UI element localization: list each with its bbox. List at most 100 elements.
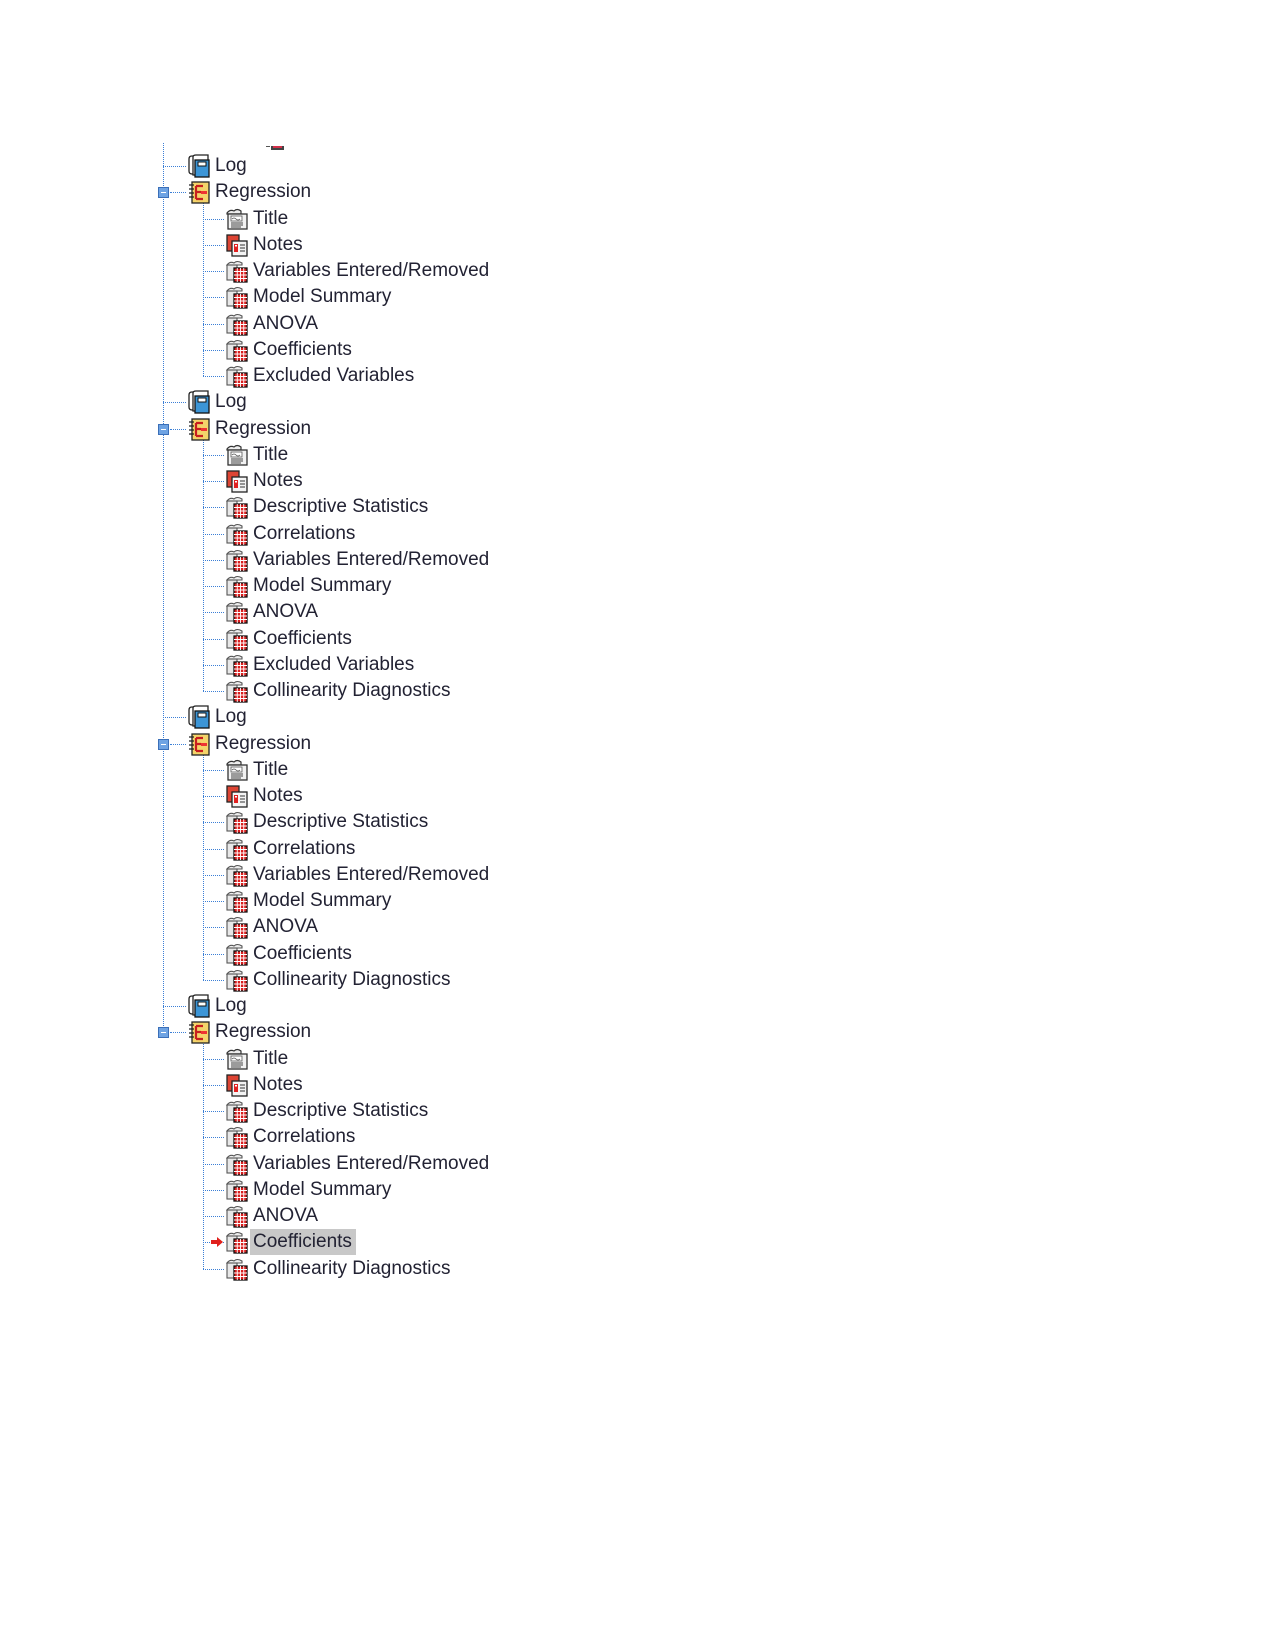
- tree-item-anova[interactable]: ANOVA: [224, 914, 322, 940]
- title-icon: [224, 206, 250, 232]
- tree-item-label: Title: [253, 758, 289, 780]
- tree-item-label: Collinearity Diagnostics: [253, 680, 451, 702]
- tree-item-log[interactable]: Log: [186, 704, 251, 730]
- tree-item-regression[interactable]: Regression: [186, 179, 315, 205]
- tree-item-label: Regression: [215, 732, 312, 754]
- tree-item-anova[interactable]: ANOVA: [224, 1203, 322, 1229]
- tree-connector-horizontal: [203, 1268, 224, 1270]
- tree-item-correlations[interactable]: Correlations: [224, 836, 359, 862]
- tree-item-log[interactable]: Log: [186, 153, 251, 179]
- collapse-toggle-icon[interactable]: [158, 187, 169, 199]
- log-icon: [186, 704, 212, 730]
- tree-item-label: Descriptive Statistics: [253, 1100, 429, 1122]
- collapse-toggle-icon[interactable]: [158, 423, 169, 435]
- tree-connector-horizontal: [203, 796, 224, 798]
- tree-item-coefficients[interactable]: Coefficients: [224, 337, 356, 363]
- tree-item-title[interactable]: Title: [224, 1046, 292, 1072]
- tree-item-collinearity-diagnostics[interactable]: Collinearity Diagnostics: [224, 678, 454, 704]
- tree-item-notes[interactable]: Notes: [224, 232, 307, 258]
- tree-item-correlations[interactable]: Correlations: [224, 521, 359, 547]
- title-icon: [224, 442, 250, 468]
- table-icon: [224, 494, 250, 520]
- tree-connector-horizontal: [203, 1163, 224, 1165]
- tree-connector-horizontal: [203, 376, 224, 378]
- tree-item-anova[interactable]: ANOVA: [224, 599, 322, 625]
- tree-connector-horizontal: [203, 927, 224, 929]
- collapse-toggle-icon[interactable]: [158, 738, 169, 750]
- tree-item-anova[interactable]: ANOVA: [224, 311, 322, 337]
- table-icon: [224, 258, 250, 284]
- log-icon: [186, 389, 212, 415]
- tree-item-label: Correlations: [253, 522, 356, 544]
- tree-item-variables-entered-removed[interactable]: Variables Entered/Removed: [224, 547, 493, 573]
- tree-item-coefficients[interactable]: Coefficients: [224, 941, 356, 967]
- tree-connector-horizontal: [170, 1032, 186, 1034]
- tree-item-label: Coefficients: [250, 1229, 356, 1256]
- table-icon: [224, 652, 250, 678]
- collapse-toggle-icon[interactable]: [158, 1027, 169, 1039]
- tree-connector-horizontal: [203, 1058, 224, 1060]
- tree-item-title[interactable]: Title: [224, 757, 292, 783]
- tree-item-label: Title: [253, 1047, 289, 1069]
- tree-item-notes[interactable]: Notes: [224, 1072, 307, 1098]
- notes-icon: [224, 468, 250, 494]
- tree-item-label: ANOVA: [253, 916, 319, 938]
- title-icon: [224, 757, 250, 783]
- tree-item-label: Notes: [253, 233, 303, 255]
- tree-connector-horizontal: [203, 481, 224, 483]
- tree-item-coefficients[interactable]: Coefficients: [224, 1229, 356, 1256]
- log-icon: [186, 993, 212, 1019]
- tree-item-variables-entered-removed[interactable]: Variables Entered/Removed: [224, 258, 493, 284]
- tree-item-variables-entered-removed[interactable]: Variables Entered/Removed: [224, 862, 493, 888]
- tree-item-log[interactable]: Log: [186, 389, 251, 415]
- partial-item-icon: [266, 146, 284, 150]
- tree-item-notes[interactable]: Notes: [224, 468, 307, 494]
- tree-connector-horizontal: [203, 1111, 224, 1113]
- tree-item-regression[interactable]: Regression: [186, 731, 315, 757]
- tree-item-label: Variables Entered/Removed: [253, 548, 490, 570]
- tree-item-label: Model Summary: [253, 575, 392, 597]
- tree-item-regression[interactable]: Regression: [186, 1019, 315, 1045]
- tree-connector-horizontal: [203, 1189, 224, 1191]
- tree-item-log[interactable]: Log: [186, 993, 251, 1019]
- current-item-arrow-icon: [211, 1237, 223, 1248]
- tree-connector-horizontal: [203, 323, 224, 325]
- table-icon: [224, 337, 250, 363]
- tree-item-model-summary[interactable]: Model Summary: [224, 888, 395, 914]
- tree-item-label: Log: [215, 706, 247, 728]
- table-icon: [224, 967, 250, 993]
- tree-item-model-summary[interactable]: Model Summary: [224, 284, 395, 310]
- tree-connector-horizontal: [203, 586, 224, 588]
- table-icon: [224, 914, 250, 940]
- tree-item-notes[interactable]: Notes: [224, 783, 307, 809]
- tree-item-label: ANOVA: [253, 312, 319, 334]
- tree-connector-horizontal: [203, 822, 224, 824]
- tree-item-title[interactable]: Title: [224, 442, 292, 468]
- tree-item-label: Excluded Variables: [253, 653, 415, 675]
- tree-item-excluded-variables[interactable]: Excluded Variables: [224, 652, 418, 678]
- tree-item-descriptive-statistics[interactable]: Descriptive Statistics: [224, 809, 432, 835]
- tree-item-regression[interactable]: Regression: [186, 416, 315, 442]
- tree-connector-vertical: [203, 438, 204, 692]
- tree-item-descriptive-statistics[interactable]: Descriptive Statistics: [224, 494, 432, 520]
- tree-item-descriptive-statistics[interactable]: Descriptive Statistics: [224, 1098, 432, 1124]
- tree-item-label: Variables Entered/Removed: [253, 260, 490, 282]
- tree-item-collinearity-diagnostics[interactable]: Collinearity Diagnostics: [224, 967, 454, 993]
- tree-item-coefficients[interactable]: Coefficients: [224, 626, 356, 652]
- tree-item-label: Notes: [253, 470, 303, 492]
- tree-item-collinearity-diagnostics[interactable]: Collinearity Diagnostics: [224, 1256, 454, 1282]
- table-icon: [224, 311, 250, 337]
- tree-connector-horizontal: [163, 166, 186, 168]
- tree-connector-horizontal: [203, 218, 224, 220]
- tree-item-label: Variables Entered/Removed: [253, 1152, 490, 1174]
- tree-item-correlations[interactable]: Correlations: [224, 1124, 359, 1150]
- tree-connector-vertical: [203, 1042, 204, 1269]
- tree-connector-horizontal: [203, 1216, 224, 1218]
- tree-connector-horizontal: [203, 533, 224, 535]
- tree-item-model-summary[interactable]: Model Summary: [224, 573, 395, 599]
- tree-item-excluded-variables[interactable]: Excluded Variables: [224, 363, 418, 389]
- tree-item-title[interactable]: Title: [224, 206, 292, 232]
- table-icon: [224, 521, 250, 547]
- tree-item-model-summary[interactable]: Model Summary: [224, 1177, 395, 1203]
- tree-item-variables-entered-removed[interactable]: Variables Entered/Removed: [224, 1151, 493, 1177]
